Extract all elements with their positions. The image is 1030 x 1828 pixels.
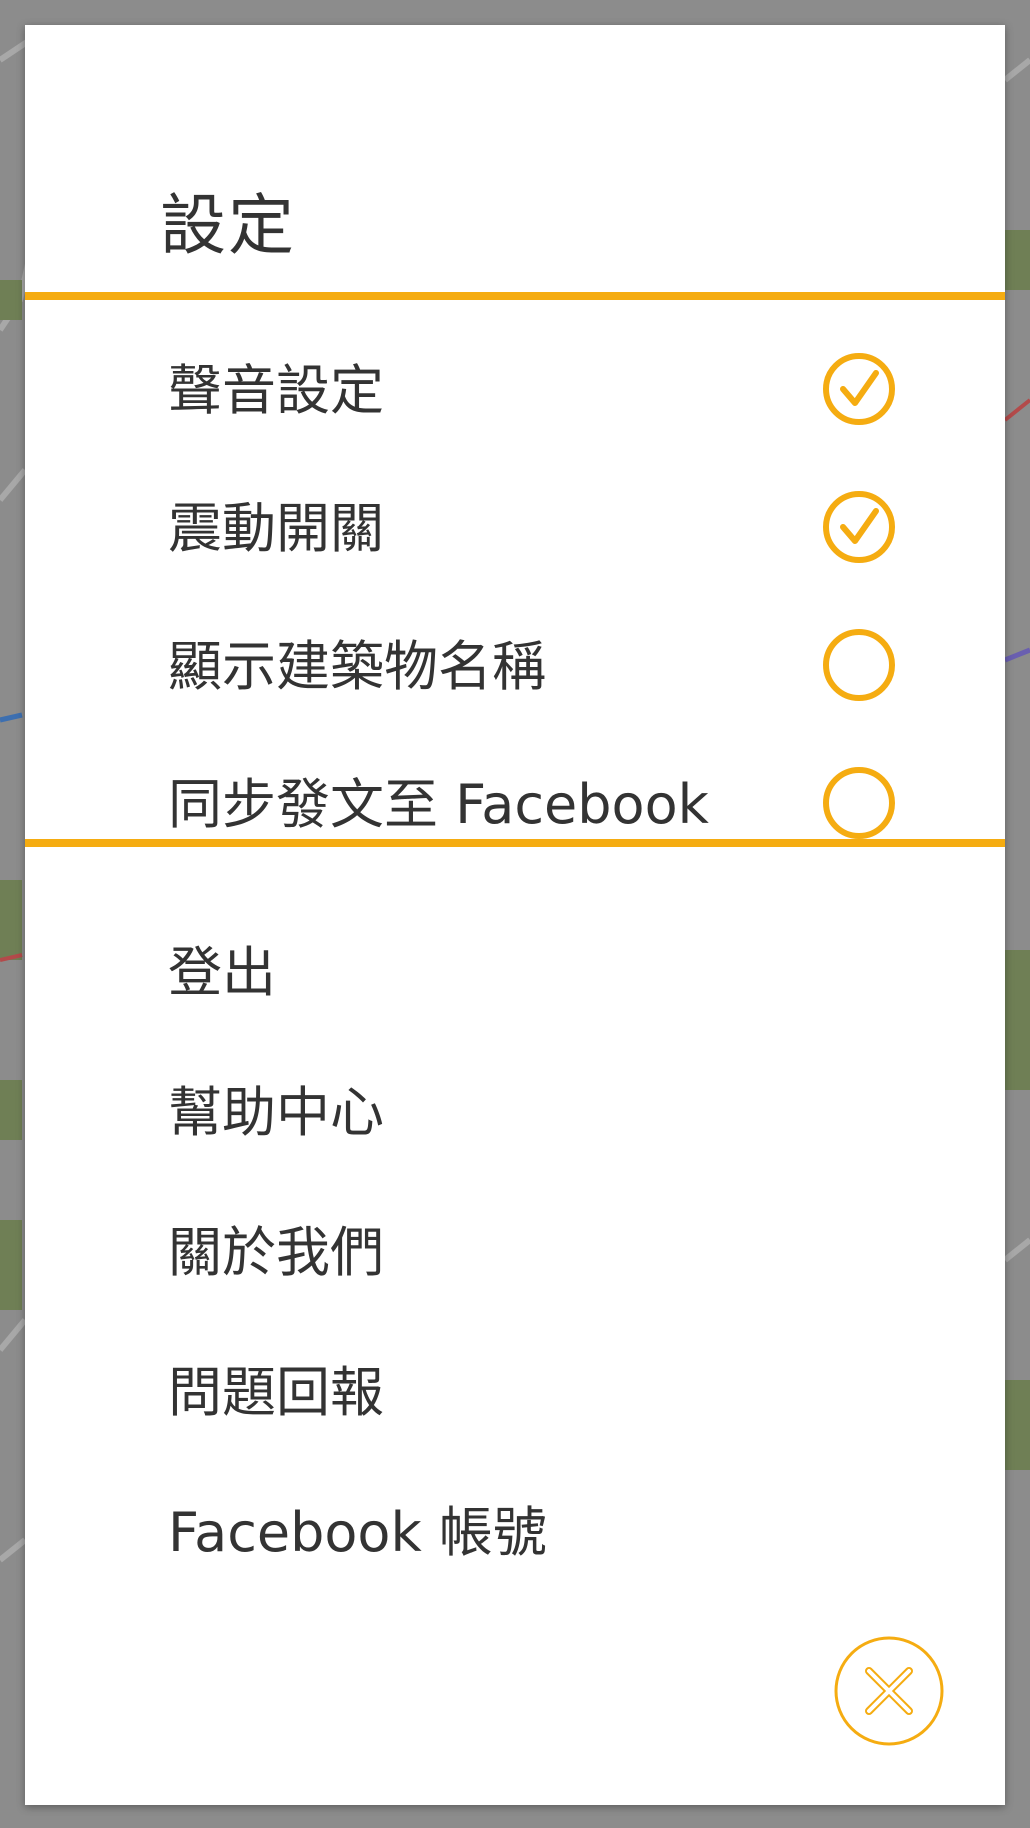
toggle-label: 震動開關: [168, 497, 384, 560]
menu-item-help-center[interactable]: 幫助中心: [25, 1045, 1005, 1175]
dialog-title: 設定: [160, 187, 296, 264]
toggle-label: 同步發文至 Facebook: [168, 773, 709, 836]
menu-label: 問題回報: [168, 1361, 384, 1424]
divider-top: [25, 292, 1005, 300]
toggle-row-building-names[interactable]: 顯示建築物名稱: [25, 597, 1005, 734]
toggle-row-vibration[interactable]: 震動開關: [25, 459, 1005, 596]
check-circle-icon[interactable]: [821, 489, 897, 565]
divider-bottom: [25, 839, 1005, 847]
menu-item-logout[interactable]: 登出: [25, 905, 1005, 1035]
toggle-label: 聲音設定: [168, 359, 384, 422]
close-icon: [833, 1635, 945, 1747]
menu-label: 關於我們: [168, 1221, 384, 1284]
empty-circle-icon[interactable]: [821, 765, 897, 841]
close-button[interactable]: [833, 1635, 945, 1747]
menu-item-facebook-account[interactable]: Facebook 帳號: [25, 1465, 1005, 1595]
menu-item-report-issue[interactable]: 問題回報: [25, 1325, 1005, 1455]
toggle-row-facebook-sync[interactable]: 同步發文至 Facebook: [25, 735, 1005, 872]
empty-circle-icon[interactable]: [821, 627, 897, 703]
settings-dialog: 設定 聲音設定 震動開關 顯示建築物名稱 同步發文至 Facebook 登出 幫…: [25, 25, 1005, 1805]
menu-label: 幫助中心: [168, 1081, 384, 1144]
menu-label: Facebook 帳號: [168, 1501, 547, 1564]
toggle-label: 顯示建築物名稱: [168, 635, 546, 698]
menu-label: 登出: [168, 941, 276, 1004]
check-circle-icon[interactable]: [821, 351, 897, 427]
toggle-row-sound[interactable]: 聲音設定: [25, 321, 1005, 458]
menu-item-about-us[interactable]: 關於我們: [25, 1185, 1005, 1315]
